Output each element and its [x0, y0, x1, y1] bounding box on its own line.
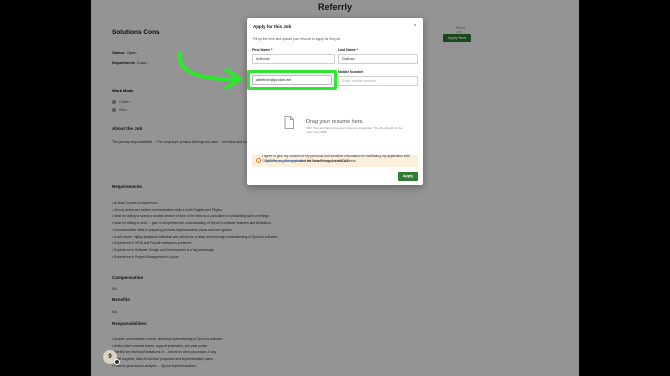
mobile-label: Mobile Number	[338, 70, 364, 74]
resume-dropzone[interactable]: Drag your resume here. PDF, Text and Wor…	[252, 107, 418, 148]
first-name-field[interactable]: Anthone	[252, 54, 335, 64]
dropzone-hint: PDF, Text and Word document files are su…	[306, 126, 403, 134]
last-name-label: Last Name *	[338, 48, 359, 52]
first-name-label: First Name *	[252, 48, 273, 52]
mobile-number-field[interactable]: Enter mobile number	[338, 76, 418, 86]
consent-text: I agree to give my consent to my persona…	[262, 154, 410, 163]
apply-button[interactable]: Apply	[398, 172, 418, 181]
modal-title: Apply for this Job	[253, 24, 292, 29]
close-icon[interactable]: ×	[412, 23, 418, 29]
privacy-statement-link[interactable]: CDMS Privacy Statement	[262, 159, 299, 163]
document-icon	[284, 116, 294, 129]
status-badge	[114, 359, 120, 365]
last-name-field[interactable]: Dakhan	[338, 54, 418, 64]
email-field[interactable]: adietrich@proton.me	[252, 75, 332, 85]
dropzone-title: Drag your resume here.	[306, 119, 365, 125]
modal-subtitle: Fill up the form and upload your resume …	[253, 37, 341, 41]
info-icon: !	[256, 158, 261, 163]
pointer-arrow-icon	[177, 51, 242, 90]
